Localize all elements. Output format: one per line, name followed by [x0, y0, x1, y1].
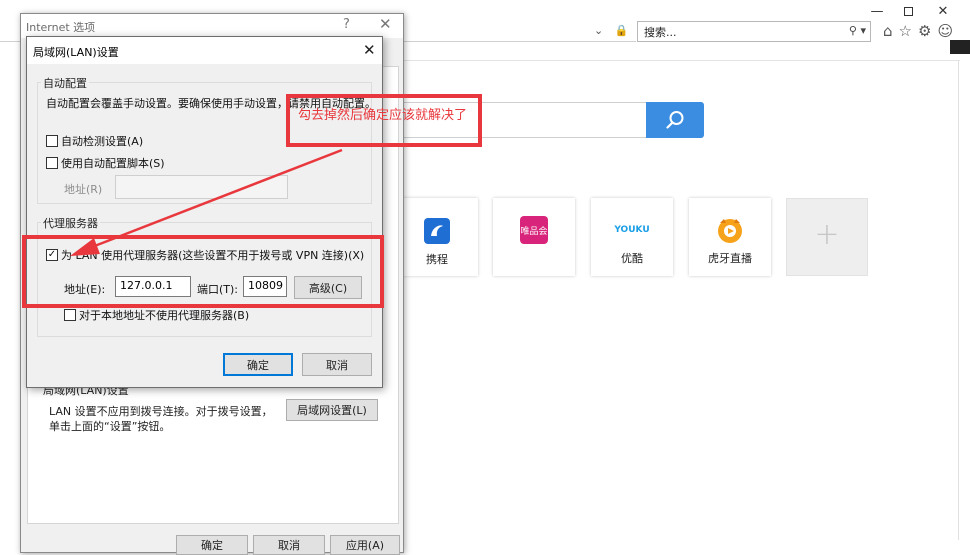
annotation-arrow-icon — [70, 148, 343, 256]
